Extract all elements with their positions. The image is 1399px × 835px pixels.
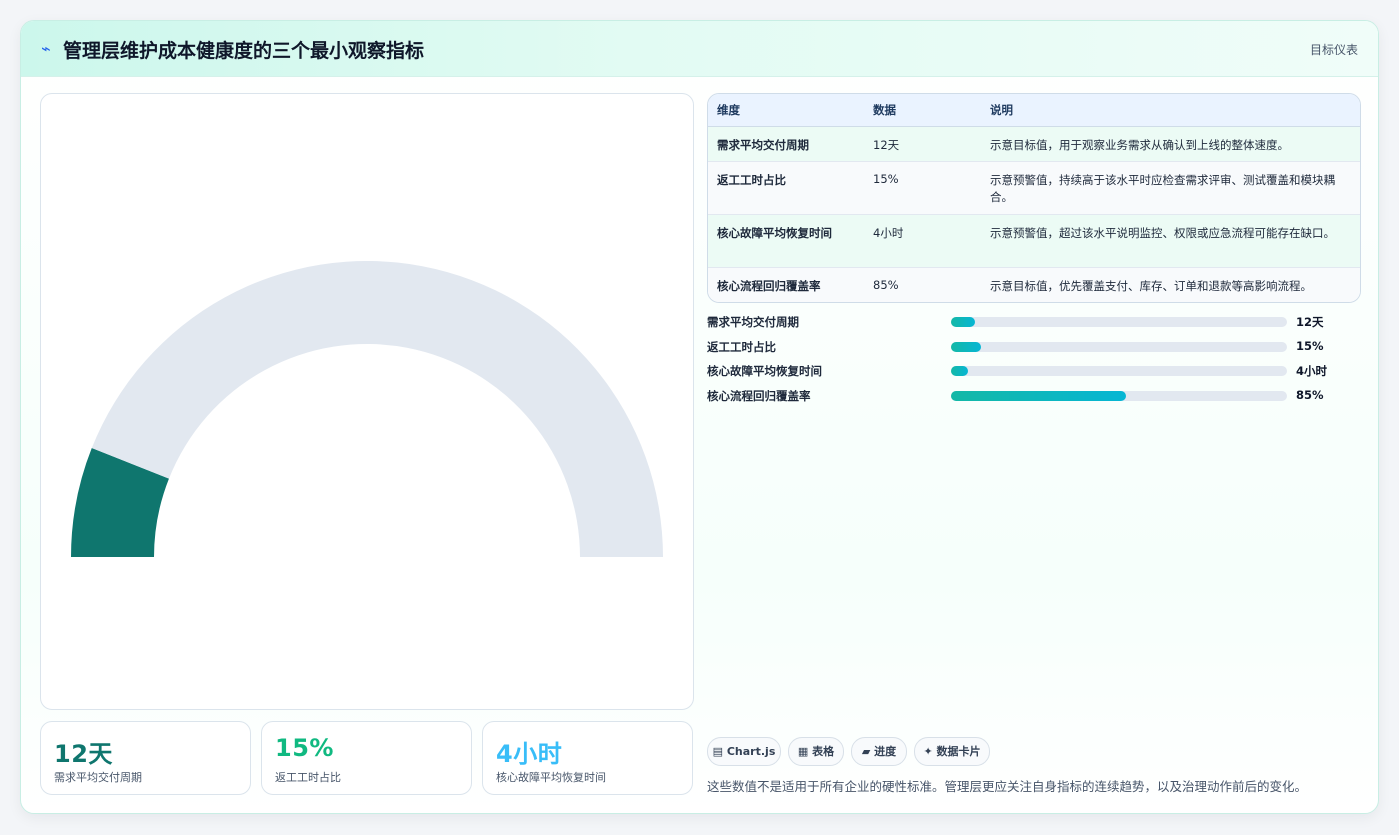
chip-progress[interactable]: ▰ 进度 (851, 737, 907, 766)
bar-label: 核心故障平均恢复时间 (707, 364, 822, 378)
chip-data-card[interactable]: ✦ 数据卡片 (914, 737, 990, 766)
bar-fill (951, 391, 1126, 401)
stat-card-rework: 15% 返工工时占比 (261, 721, 472, 795)
cell-description: 示意预警值，超过该水平说明监控、权限或应急流程可能存在缺口。 (981, 214, 1360, 268)
page-title: 管理层维护成本健康度的三个最小观察指标 (63, 40, 425, 62)
stat-card-recovery: 4小时 核心故障平均恢复时间 (482, 721, 693, 795)
cell-description: 示意目标值，优先覆盖支付、库存、订单和退款等高影响流程。 (981, 267, 1360, 302)
bar-row: 返工工时占比 15% (707, 338, 1359, 356)
bar-track (951, 391, 1287, 401)
header: ⌁ 管理层维护成本健康度的三个最小观察指标 目标仪表 (21, 21, 1378, 77)
table-header-row: 维度 数据 说明 (708, 94, 1360, 127)
lightning-icon: ⌁ (41, 39, 51, 58)
bar-value-label: 15% (1296, 339, 1324, 353)
bar-fill (951, 317, 975, 327)
header-tag: 目标仪表 (1309, 43, 1358, 57)
cell-dimension: 核心故障平均恢复时间 (708, 214, 864, 268)
chip-label: Chart.js (726, 745, 776, 758)
cell-data: 85% (864, 267, 981, 302)
metrics-table: 维度 数据 说明 需求平均交付周期 12天 示意目标值，用于观察业务需求从确认到… (707, 93, 1361, 303)
cell-description: 示意预警值，持续高于该水平时应检查需求评审、测试覆盖和模块耦合。 (981, 161, 1360, 215)
column-header: 维度 (708, 94, 864, 127)
stat-value: 15% (275, 734, 334, 762)
table-row: 核心故障平均恢复时间 4小时 示意预警值，超过该水平说明监控、权限或应急流程可能… (708, 214, 1360, 268)
stat-label: 核心故障平均恢复时间 (496, 771, 606, 784)
cell-dimension: 需求平均交付周期 (708, 126, 864, 162)
chip-label: 表格 (812, 745, 835, 758)
bar-label: 核心流程回归覆盖率 (707, 389, 811, 403)
gauge-chart (71, 260, 664, 557)
card-icon: ✦ (923, 745, 933, 758)
table-row: 需求平均交付周期 12天 示意目标值，用于观察业务需求从确认到上线的整体速度。 (708, 126, 1360, 162)
dashboard-card: ⌁ 管理层维护成本健康度的三个最小观察指标 目标仪表 12天 需求平均交付周期 … (20, 20, 1379, 814)
bar-row: 需求平均交付周期 12天 (707, 313, 1359, 331)
table-row: 返工工时占比 15% 示意预警值，持续高于该水平时应检查需求评审、测试覆盖和模块… (708, 161, 1360, 215)
bar-fill (951, 342, 982, 352)
chip-chartjs[interactable]: ▤ Chart.js (707, 737, 781, 766)
stat-label: 返工工时占比 (275, 771, 341, 784)
bar-track (951, 342, 1287, 352)
footnote: 这些数值不是适用于所有企业的硬性标准。管理层更应关注自身指标的连续趋势，以及治理… (707, 779, 1308, 794)
gauge-chart-panel (40, 93, 694, 710)
stat-label: 需求平均交付周期 (54, 771, 142, 784)
table-row: 核心流程回归覆盖率 85% 示意目标值，优先覆盖支付、库存、订单和退款等高影响流… (708, 267, 1360, 302)
bar-row: 核心故障平均恢复时间 4小时 (707, 362, 1359, 380)
chart-icon: ▤ (712, 745, 724, 758)
chip-label: 进度 (874, 745, 897, 758)
bar-value-label: 12天 (1296, 315, 1324, 329)
chip-label: 数据卡片 (936, 745, 981, 758)
chip-table[interactable]: ▦ 表格 (788, 737, 844, 766)
column-header: 说明 (981, 94, 1360, 127)
cell-description: 示意目标值，用于观察业务需求从确认到上线的整体速度。 (981, 126, 1360, 162)
cell-data: 12天 (864, 126, 981, 162)
cell-data: 15% (864, 161, 981, 215)
bar-value-label: 4小时 (1296, 364, 1328, 378)
cell-dimension: 返工工时占比 (708, 161, 864, 215)
bar-track (951, 317, 1287, 327)
bar-label: 返工工时占比 (707, 340, 776, 354)
stat-value: 4小时 (496, 740, 563, 768)
bar-label: 需求平均交付周期 (707, 315, 799, 329)
bar-value-label: 85% (1296, 388, 1324, 402)
bar-row: 核心流程回归覆盖率 85% (707, 387, 1359, 405)
bar-track (951, 366, 1287, 376)
cell-data: 4小时 (864, 214, 981, 268)
gauge-track-arc (91, 260, 664, 557)
bar-fill (951, 366, 968, 376)
stat-card-delivery: 12天 需求平均交付周期 (40, 721, 251, 795)
progress-icon: ▰ (861, 745, 871, 758)
column-header: 数据 (864, 94, 981, 127)
table-icon: ▦ (797, 745, 809, 758)
stat-value: 12天 (54, 740, 113, 768)
cell-dimension: 核心流程回归覆盖率 (708, 267, 864, 302)
